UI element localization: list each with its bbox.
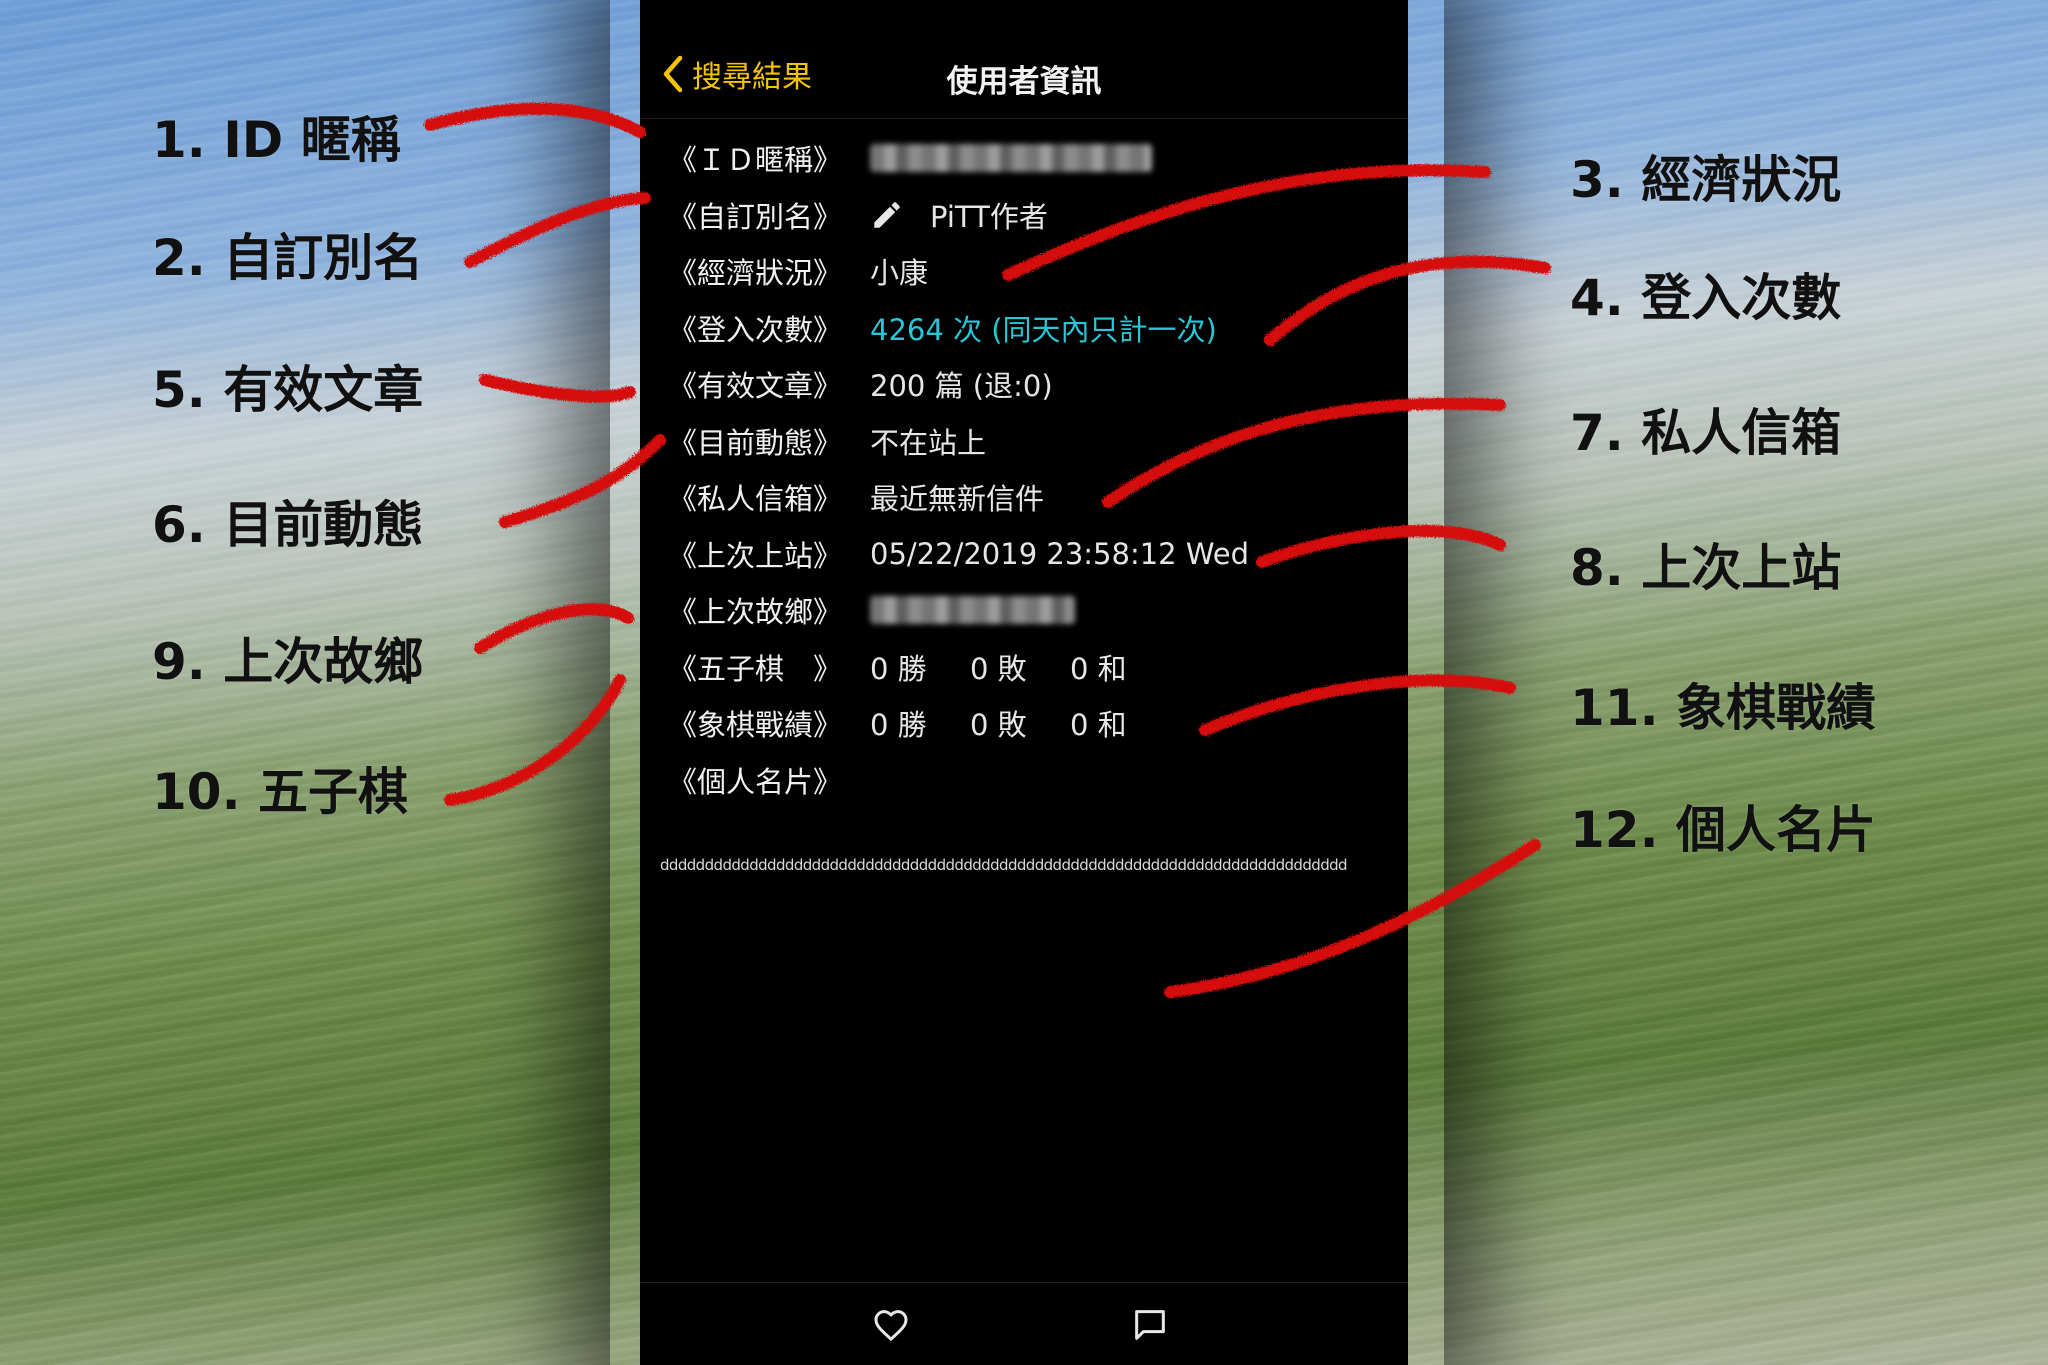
annotation-label: 1. ID 暱稱 <box>152 111 401 169</box>
row-login-count: 《登入次數》 4264 次 (同天內只計一次) <box>668 300 1388 357</box>
draws: 0 和 <box>1070 651 1127 686</box>
row-private-mailbox: 《私人信箱》 最近無新信件 <box>668 469 1388 526</box>
row-label: 《ＩＤ暱稱》 <box>668 143 843 178</box>
row-value: 不在站上 <box>870 425 987 460</box>
row-label: 《私人信箱》 <box>668 482 843 517</box>
row-label: 《經濟狀況》 <box>668 256 843 291</box>
alias-text: PiTT作者 <box>930 199 1048 234</box>
row-label: 《個人名片》 <box>668 764 843 799</box>
row-chess-record: 《象棋戰績》 0 勝 0 敗 0 和 <box>668 695 1388 752</box>
annotation-label: 9. 上次故鄉 <box>152 633 424 691</box>
row-value: 05/22/2019 23:58:12 Wed <box>870 536 1250 571</box>
personal-card-content: dddddddddddddddddddddddddddddddddddddddd… <box>660 856 1348 874</box>
row-label: 《上次故鄉》 <box>668 595 843 630</box>
blurred-hometown <box>870 596 1075 625</box>
annotation-label: 7. 私人信箱 <box>1570 404 1842 462</box>
annotation-label: 11. 象棋戰績 <box>1570 679 1876 737</box>
draws: 0 和 <box>1070 708 1127 743</box>
annotation-label: 3. 經濟狀況 <box>1570 151 1842 209</box>
row-value: 0 勝 0 敗 0 和 <box>870 702 1127 744</box>
row-valid-posts: 《有效文章》 200 篇 (退:0) <box>668 356 1388 413</box>
row-value: 最近無新信件 <box>870 482 1045 517</box>
row-value: 200 篇 (退:0) <box>870 369 1053 404</box>
page-title: 使用者資訊 <box>946 64 1102 100</box>
row-last-login: 《上次上站》 05/22/2019 23:58:12 Wed <box>668 526 1388 583</box>
chat-bubble-icon[interactable] <box>1130 1305 1170 1345</box>
row-value <box>870 596 1075 625</box>
annotation-label: 10. 五子棋 <box>152 763 408 821</box>
row-label: 《五子棋 》 <box>668 651 843 686</box>
wins: 0 勝 <box>870 708 927 743</box>
row-alias[interactable]: 《自訂別名》 PiTT作者 <box>668 187 1388 244</box>
row-value: 4264 次 (同天內只計一次) <box>870 312 1217 347</box>
navigation-bar: 搜尋結果 使用者資訊 <box>640 0 1408 119</box>
phone-screen: 搜尋結果 使用者資訊 《ＩＤ暱稱》 《自訂別名》 PiTT作者 《經濟狀況》 小… <box>640 0 1408 1365</box>
annotation-label: 5. 有效文章 <box>152 361 424 419</box>
blurred-id <box>870 144 1152 173</box>
bottom-toolbar <box>640 1282 1408 1365</box>
losses: 0 敗 <box>970 651 1027 686</box>
row-last-hometown: 《上次故鄉》 <box>668 582 1388 639</box>
annotation-label: 2. 自訂別名 <box>152 229 424 287</box>
annotation-label: 4. 登入次數 <box>1570 269 1842 327</box>
row-label: 《目前動態》 <box>668 425 843 460</box>
annotation-label: 12. 個人名片 <box>1570 801 1876 859</box>
row-current-status: 《目前動態》 不在站上 <box>668 413 1388 470</box>
user-info-list: 《ＩＤ暱稱》 《自訂別名》 PiTT作者 《經濟狀況》 小康 《登入次數》 42… <box>668 130 1388 808</box>
row-label: 《自訂別名》 <box>668 199 843 234</box>
row-personal-card: 《個人名片》 <box>668 752 1388 809</box>
row-label: 《上次上站》 <box>668 538 843 573</box>
annotation-label: 8. 上次上站 <box>1570 539 1842 597</box>
annotation-label: 6. 目前動態 <box>152 496 424 554</box>
row-value: 0 勝 0 敗 0 和 <box>870 646 1127 688</box>
losses: 0 敗 <box>970 708 1027 743</box>
row-id-nickname: 《ＩＤ暱稱》 <box>668 130 1388 187</box>
row-gomoku: 《五子棋 》 0 勝 0 敗 0 和 <box>668 639 1388 696</box>
wins: 0 勝 <box>870 651 927 686</box>
row-economy: 《經濟狀況》 小康 <box>668 243 1388 300</box>
row-value: 小康 <box>870 256 929 291</box>
row-label: 《有效文章》 <box>668 369 843 404</box>
pencil-icon[interactable] <box>870 198 904 232</box>
row-value <box>870 144 1152 173</box>
row-value[interactable]: PiTT作者 <box>870 194 1048 236</box>
heart-icon[interactable] <box>871 1305 911 1345</box>
row-label: 《登入次數》 <box>668 312 843 347</box>
row-label: 《象棋戰績》 <box>668 708 843 743</box>
